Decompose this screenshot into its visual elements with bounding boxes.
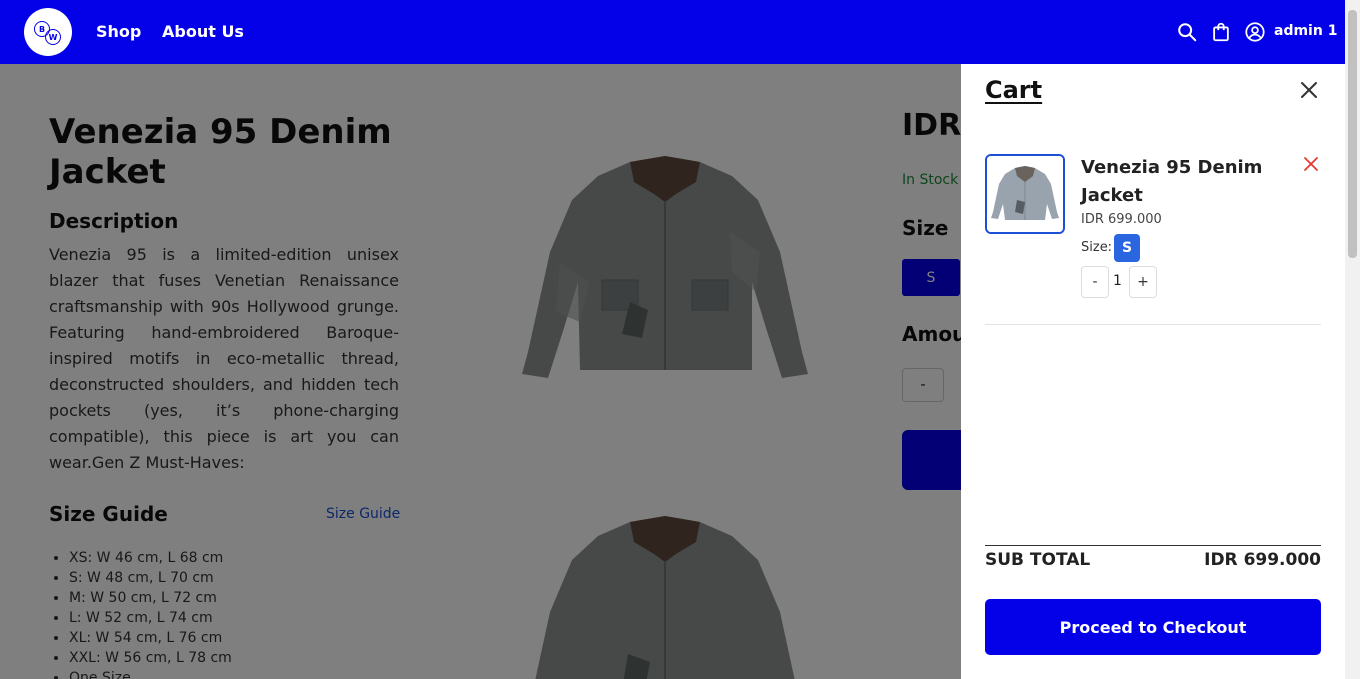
close-icon[interactable]	[1299, 80, 1319, 100]
remove-item-icon[interactable]	[1303, 156, 1319, 172]
username-label[interactable]: admin 1	[1274, 23, 1337, 39]
cart-drawer: Cart Venezia 95 Denim Jacket IDR 699.000…	[961, 64, 1345, 679]
cart-item-size-badge: S	[1114, 234, 1140, 262]
cart-item-price: IDR 699.000	[1081, 212, 1162, 227]
nav-shop-link[interactable]: Shop	[96, 22, 141, 41]
logo-letter-w: W	[45, 29, 61, 45]
modal-backdrop[interactable]	[0, 64, 961, 679]
qty-value: 1	[1113, 273, 1122, 289]
divider	[985, 324, 1321, 325]
nav-about-link[interactable]: About Us	[162, 22, 244, 41]
cart-item-name: Venezia 95 Denim Jacket	[1081, 157, 1263, 206]
cart-item-thumbnail[interactable]	[985, 154, 1065, 234]
cart-title: Cart	[985, 76, 1043, 104]
user-circle-icon[interactable]	[1244, 21, 1266, 43]
jacket-thumbnail-image	[987, 156, 1063, 232]
search-icon[interactable]	[1176, 21, 1198, 43]
subtotal-value: IDR 699.000	[1204, 550, 1321, 570]
shopping-bag-icon[interactable]	[1210, 21, 1232, 43]
subtotal-label: SUB TOTAL	[985, 550, 1091, 570]
divider	[985, 545, 1321, 546]
top-navbar: B W Shop About Us admin 1	[0, 0, 1360, 64]
qty-decrease-button[interactable]: -	[1081, 266, 1109, 298]
proceed-to-checkout-button[interactable]: Proceed to Checkout	[985, 599, 1321, 655]
brand-logo[interactable]: B W	[24, 8, 72, 56]
qty-increase-button[interactable]: +	[1129, 266, 1157, 298]
scrollbar-thumb[interactable]	[1348, 10, 1357, 258]
cart-item-size-label: Size:	[1081, 240, 1113, 255]
